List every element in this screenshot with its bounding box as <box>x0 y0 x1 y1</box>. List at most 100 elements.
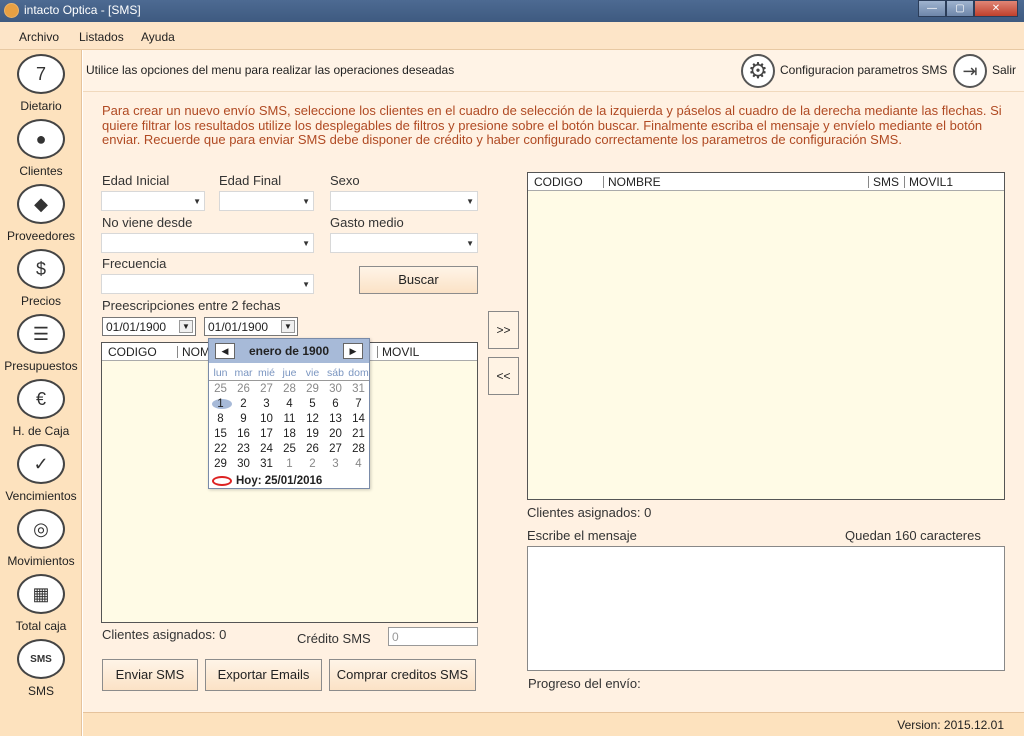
next-month-button[interactable]: ▶ <box>343 343 363 359</box>
calendar-day[interactable]: 28 <box>278 383 301 395</box>
gear-icon[interactable]: ⚙ <box>741 54 775 88</box>
edad-inicial-select[interactable]: ▼ <box>101 191 205 211</box>
fecha-desde-picker[interactable]: 01/01/1900 ▼ <box>102 317 196 336</box>
calendar-day[interactable]: 3 <box>324 458 347 470</box>
calendar-day[interactable]: 14 <box>347 413 370 425</box>
calendar-day[interactable]: 19 <box>301 428 324 440</box>
no-viene-select[interactable]: ▼ <box>101 233 314 253</box>
calendar-day[interactable]: 1 <box>209 398 232 410</box>
gasto-select[interactable]: ▼ <box>330 233 478 253</box>
sexo-select[interactable]: ▼ <box>330 191 478 211</box>
calendar-day[interactable]: 29 <box>301 383 324 395</box>
calendar-day[interactable]: 4 <box>347 458 370 470</box>
move-right-button[interactable]: >> <box>488 311 519 349</box>
exit-button[interactable]: Salir <box>992 63 1016 77</box>
weekday-label: lun <box>213 367 228 379</box>
sidebar-item-vencimientos[interactable]: ✓ Vencimientos <box>0 444 82 509</box>
calendar-day[interactable]: 30 <box>324 383 347 395</box>
calendar-day[interactable]: 22 <box>209 443 232 455</box>
right-clients-grid[interactable]: CODIGO NOMBRE SMS MOVIL1 <box>527 172 1005 500</box>
chevron-down-icon[interactable]: ▼ <box>179 320 193 333</box>
col-nombre[interactable]: NOM <box>182 345 210 359</box>
instructions-text: Para crear un nuevo envío SMS, seleccion… <box>102 103 1002 147</box>
calendar-day[interactable]: 17 <box>255 428 278 440</box>
calendar-day[interactable]: 9 <box>232 413 255 425</box>
prev-month-button[interactable]: ◀ <box>215 343 235 359</box>
sidebar-item-totalcaja[interactable]: ▦ Total caja <box>0 574 82 639</box>
calendar-day[interactable]: 13 <box>324 413 347 425</box>
exportar-emails-button[interactable]: Exportar Emails <box>205 659 322 691</box>
col-sms[interactable]: SMS <box>873 175 899 189</box>
sidebar-item-presupuestos[interactable]: ☰ Presupuestos <box>0 314 82 379</box>
chevron-down-icon[interactable]: ▼ <box>281 320 295 333</box>
sidebar-item-hcaja[interactable]: € H. de Caja <box>0 379 82 444</box>
credito-label: Crédito SMS <box>297 631 371 646</box>
sidebar-item-clientes[interactable]: ● Clientes <box>0 119 82 184</box>
calendar-day[interactable]: 27 <box>255 383 278 395</box>
move-left-button[interactable]: << <box>488 357 519 395</box>
calendar-day[interactable]: 25 <box>209 383 232 395</box>
col-codigo[interactable]: CODIGO <box>534 175 583 189</box>
calendar-day[interactable]: 16 <box>232 428 255 440</box>
enviar-sms-button[interactable]: Enviar SMS <box>102 659 198 691</box>
calendar-day[interactable]: 31 <box>255 458 278 470</box>
calendar-day[interactable]: 30 <box>232 458 255 470</box>
credito-field[interactable]: 0 <box>388 627 478 646</box>
calendar-day[interactable]: 25 <box>278 443 301 455</box>
calendar-day[interactable]: 8 <box>209 413 232 425</box>
col-movil[interactable]: MOVIL <box>382 345 419 359</box>
sidebar-item-dietario[interactable]: 7 Dietario <box>0 54 82 119</box>
fecha-hasta-picker[interactable]: 01/01/1900 ▼ <box>204 317 298 336</box>
calculator-icon: ▦ <box>17 574 65 614</box>
calendar-day[interactable]: 23 <box>232 443 255 455</box>
calendar-month-title[interactable]: enero de 1900 <box>237 344 341 358</box>
maximize-button[interactable]: ▢ <box>946 0 974 17</box>
buscar-button[interactable]: Buscar <box>359 266 478 294</box>
calendar-day[interactable]: 10 <box>255 413 278 425</box>
calendar-day[interactable]: 28 <box>347 443 370 455</box>
calendar-day[interactable]: 26 <box>301 443 324 455</box>
calendar-day[interactable]: 2 <box>301 458 324 470</box>
calendar-day[interactable]: 15 <box>209 428 232 440</box>
calendar-day[interactable]: 29 <box>209 458 232 470</box>
calendar-today[interactable]: Hoy: 25/01/2016 <box>212 475 322 487</box>
sidebar-item-sms[interactable]: SMS SMS <box>0 639 82 704</box>
menu-archivo[interactable]: Archivo <box>19 30 59 44</box>
sms-icon: SMS <box>17 639 65 679</box>
calendar-day[interactable]: 26 <box>232 383 255 395</box>
calendar-day[interactable]: 12 <box>301 413 324 425</box>
comprar-creditos-button[interactable]: Comprar creditos SMS <box>329 659 476 691</box>
sidebar-item-proveedores[interactable]: ◆ Proveedores <box>0 184 82 249</box>
calendar-day[interactable]: 5 <box>301 398 324 410</box>
calendar-header: ◀ enero de 1900 ▶ <box>209 339 369 363</box>
calendar-day[interactable]: 2 <box>232 398 255 410</box>
calendar-day[interactable]: 3 <box>255 398 278 410</box>
calendar-day[interactable]: 21 <box>347 428 370 440</box>
edad-final-select[interactable]: ▼ <box>219 191 314 211</box>
menu-ayuda[interactable]: Ayuda <box>141 30 175 44</box>
col-nombre[interactable]: NOMBRE <box>608 175 661 189</box>
col-codigo[interactable]: CODIGO <box>108 345 157 359</box>
calendar-day[interactable]: 11 <box>278 413 301 425</box>
calendar-popup[interactable]: ◀ enero de 1900 ▶ lun mar mié jue vie sá… <box>208 338 370 489</box>
calendar-day[interactable]: 24 <box>255 443 278 455</box>
sidebar-item-precios[interactable]: $ Precios <box>0 249 82 314</box>
sidebar-label: Total caja <box>15 619 67 633</box>
frecuencia-select[interactable]: ▼ <box>101 274 314 294</box>
sidebar-item-movimientos[interactable]: ◎ Movimientos <box>0 509 82 574</box>
calendar-day[interactable]: 31 <box>347 383 370 395</box>
calendar-day[interactable]: 4 <box>278 398 301 410</box>
calendar-day[interactable]: 20 <box>324 428 347 440</box>
col-movil1[interactable]: MOVIL1 <box>909 175 953 189</box>
calendar-day[interactable]: 1 <box>278 458 301 470</box>
exit-icon[interactable]: ⇥ <box>953 54 987 88</box>
menu-listados[interactable]: Listados <box>79 30 124 44</box>
calendar-day[interactable]: 6 <box>324 398 347 410</box>
calendar-day[interactable]: 7 <box>347 398 370 410</box>
minimize-button[interactable]: — <box>918 0 946 17</box>
config-sms-button[interactable]: Configuracion parametros SMS <box>780 63 947 77</box>
calendar-day[interactable]: 27 <box>324 443 347 455</box>
close-button[interactable]: ✕ <box>974 0 1018 17</box>
calendar-day[interactable]: 18 <box>278 428 301 440</box>
mensaje-textarea[interactable] <box>527 546 1005 671</box>
